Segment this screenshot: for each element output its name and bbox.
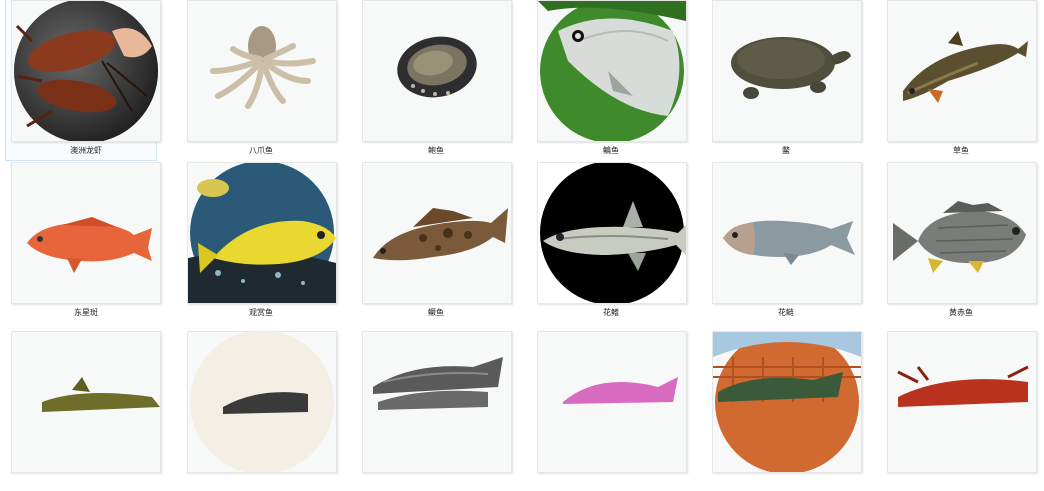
file-label: 花鳍 [603, 308, 619, 317]
file-item-crayfish[interactable] [881, 331, 1037, 491]
mandarin-fish-thumbnail [362, 162, 512, 304]
file-label: 观赏鱼 [249, 308, 273, 317]
softshell-turtle-thumbnail [712, 0, 862, 142]
crayfish-thumbnail [887, 331, 1037, 473]
file-item-grass-carp[interactable]: 草鱼 [881, 0, 1037, 160]
file-item-yellowfin[interactable]: 黄赤鱼 [881, 162, 1037, 322]
fish-thumbnail [187, 331, 337, 473]
tilapia-basket-thumbnail [712, 331, 862, 473]
catfish-thumbnail [11, 331, 161, 473]
file-item-turtle[interactable]: 鳖 [706, 0, 862, 160]
file-item-catfish[interactable] [6, 331, 161, 491]
file-label: 黄赤鱼 [949, 308, 973, 317]
croaker-thumbnail [362, 331, 512, 473]
ornamental-fish-thumbnail [187, 162, 337, 304]
file-label: 澳洲龙虾 [70, 146, 102, 155]
file-item-pink-fish[interactable] [531, 331, 687, 491]
file-item-tilapia[interactable] [706, 331, 862, 491]
file-label: 鳊鱼 [603, 146, 619, 155]
file-label: 花鲢 [778, 308, 794, 317]
bream-thumbnail [537, 0, 687, 142]
file-label: 鳖 [782, 146, 790, 155]
file-item-abalone[interactable]: 鲍鱼 [356, 0, 512, 160]
file-item-croaker[interactable] [356, 331, 512, 491]
file-item-lobster[interactable]: 澳洲龙虾 [5, 0, 161, 161]
file-label: 八爪鱼 [249, 146, 273, 155]
abalone-thumbnail [362, 0, 512, 142]
file-item-coral-grouper[interactable]: 东星斑 [6, 162, 161, 322]
file-item-ornamental[interactable]: 观赏鱼 [181, 162, 337, 322]
file-item-minnow[interactable]: 花鳍 [531, 162, 687, 322]
file-label: 鳜鱼 [428, 308, 444, 317]
file-item-bighead-carp[interactable]: 花鲢 [706, 162, 862, 322]
file-label: 东星斑 [74, 308, 98, 317]
bighead-carp-thumbnail [712, 162, 862, 304]
minnow-thumbnail [537, 162, 687, 304]
file-item-bream[interactable]: 鳊鱼 [531, 0, 687, 160]
file-item-fish-2[interactable] [181, 331, 337, 491]
yellowfin-bream-thumbnail [887, 162, 1037, 304]
file-item-octopus[interactable]: 八爪鱼 [181, 0, 337, 160]
file-label: 草鱼 [953, 146, 969, 155]
lobster-thumbnail [11, 0, 161, 142]
grass-carp-thumbnail [887, 0, 1037, 142]
octopus-thumbnail [187, 0, 337, 142]
file-item-mandarin-fish[interactable]: 鳜鱼 [356, 162, 512, 322]
pink-fish-thumbnail [537, 331, 687, 473]
file-label: 鲍鱼 [428, 146, 444, 155]
coral-grouper-thumbnail [11, 162, 161, 304]
